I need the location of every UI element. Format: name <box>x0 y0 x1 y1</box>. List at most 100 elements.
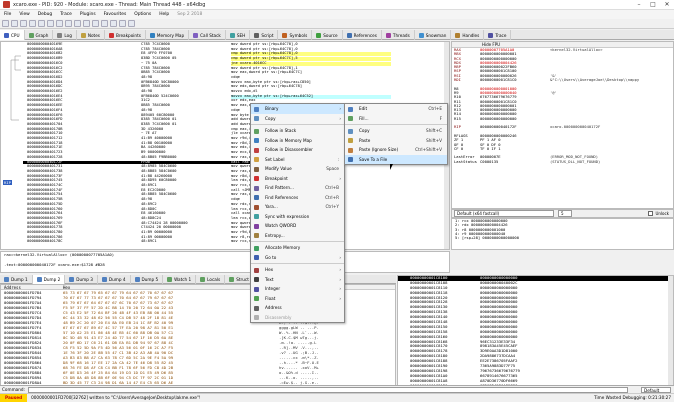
tab-handles[interactable]: Handles <box>451 30 485 40</box>
tab-dump-3[interactable]: Dump 3 <box>65 275 98 284</box>
menu-item-shortcut: Ctrl+E <box>428 106 442 111</box>
ambient-icon[interactable] <box>128 20 135 27</box>
menu-item-binary[interactable]: Binary › <box>251 104 344 114</box>
menu-item-follow-in-stack[interactable]: Follow in Stack <box>251 126 344 136</box>
settings-icon[interactable] <box>119 20 126 27</box>
animate-icon[interactable] <box>83 20 90 27</box>
tab-breakpoints[interactable]: Breakpoints <box>105 30 146 40</box>
menu-options[interactable]: Options <box>130 12 155 17</box>
tab-references[interactable]: References <box>343 30 382 40</box>
arg-count-select[interactable]: 5 <box>558 210 572 217</box>
yara-icon <box>254 204 259 210</box>
menu-item-address[interactable]: Address <box>251 303 344 313</box>
menu-item-label: Binary <box>265 106 279 111</box>
restart-icon[interactable] <box>11 20 18 27</box>
register-name: LastStatus <box>454 158 477 164</box>
tab-script[interactable]: Script <box>250 30 279 40</box>
close-icon[interactable] <box>20 20 27 27</box>
unlock-checkbox-box[interactable] <box>648 211 654 216</box>
menu-item-yara[interactable]: Yara... Ctrl+Y <box>251 202 344 212</box>
tab-log[interactable]: Log <box>53 30 77 40</box>
dump-tab-label: Struct <box>236 277 249 282</box>
menu-item-modify-value[interactable]: Modify Value Space <box>251 164 344 174</box>
open-icon[interactable] <box>2 20 9 27</box>
menu-item-hex[interactable]: Hex › <box>251 265 344 275</box>
menu-item-follow-in-disassembler[interactable]: Follow in Disassembler <box>251 145 344 155</box>
step-over-icon[interactable] <box>56 20 63 27</box>
run-icon[interactable] <box>29 20 36 27</box>
menu-debug[interactable]: Debug <box>34 12 56 17</box>
tab-dump-1[interactable]: Dump 1 <box>0 275 33 284</box>
menu-item-set-label[interactable]: Set Label: <box>251 155 344 165</box>
pause-icon[interactable] <box>38 20 45 27</box>
menu-view[interactable]: View <box>15 12 33 17</box>
menu-item-copy[interactable]: Copy › <box>251 114 344 124</box>
menu-item-edit[interactable]: Edit Ctrl+E <box>345 104 447 114</box>
disassembly-row[interactable]: 000000000040178C 48:89C1 mov rcx,rax <box>23 239 449 244</box>
minimize-button[interactable]: – <box>632 0 646 10</box>
tab-call-stack[interactable]: Call Stack <box>189 30 226 40</box>
menu-item-copy[interactable]: Copy Shift+C <box>345 126 447 136</box>
register-row[interactable]: LastStatus C0000135 (STATUS_DLL_NOT_FOUND) <box>452 158 673 164</box>
menu-favourites[interactable]: Favourites <box>100 12 131 17</box>
menu-item-allocate-memory[interactable]: Allocate Memory <box>251 243 344 253</box>
menu-plugins[interactable]: Plugins <box>76 12 100 17</box>
menu-item-label: Edit <box>359 106 368 111</box>
menu-item-save-to-a-file[interactable]: Save To a File <box>345 154 447 164</box>
paste-ignore-icon <box>348 147 353 153</box>
menu-item-breakpoint[interactable]: Breakpoint › <box>251 174 344 184</box>
stack-scrollbar[interactable] <box>668 276 673 394</box>
tab-watch-1[interactable]: Watch 1 <box>163 275 197 284</box>
tab-symbols[interactable]: Symbols <box>278 30 313 40</box>
menu-item-text[interactable]: Text › <box>251 275 344 285</box>
script-icon[interactable] <box>110 20 117 27</box>
menu-item-sync-with-expression[interactable]: Sync with expression <box>251 212 344 222</box>
run-to-user-icon[interactable] <box>74 20 81 27</box>
calc-icon[interactable] <box>92 20 99 27</box>
step-into-icon[interactable] <box>47 20 54 27</box>
submenu-arrow-icon: › <box>339 175 341 181</box>
patch-icon[interactable] <box>101 20 108 27</box>
call-convention-select[interactable]: Default (x64 fastcall) <box>454 210 554 217</box>
command-mode-select[interactable]: Default <box>641 386 671 393</box>
menu-item-label: Find References <box>265 194 299 200</box>
tab-locals[interactable]: Locals <box>196 275 226 284</box>
tab-graph[interactable]: Graph <box>25 30 54 40</box>
menu-item-go-to[interactable]: Go to › <box>251 253 344 263</box>
menu-item-find-pattern[interactable]: Find Pattern... Ctrl+B <box>251 183 344 193</box>
tab-memory-map[interactable]: Memory Map <box>146 30 190 40</box>
argument-row[interactable]: 5: [rsp+28] 0000000000000000 <box>452 235 673 240</box>
menu-item-shortcut: F <box>439 115 442 121</box>
stack-view[interactable]: 00000000001C8100 0000000000000000 00000000… <box>397 275 674 395</box>
trace-icon[interactable] <box>65 20 72 27</box>
menu-file[interactable]: File <box>0 12 15 17</box>
menu-item-paste[interactable]: Paste Shift+V <box>345 136 447 146</box>
tab-dump-4[interactable]: Dump 4 <box>98 275 131 284</box>
menu-item-follow-in-memory-map[interactable]: Follow in Memory Map <box>251 136 344 146</box>
tab-threads[interactable]: Threads <box>382 30 415 40</box>
menu-item-entropy[interactable]: Entropy... <box>251 231 344 241</box>
menu-item-find-references[interactable]: Find References Ctrl+R <box>251 193 344 203</box>
command-input[interactable] <box>27 386 628 393</box>
tab-snowman[interactable]: Snowman <box>415 30 452 40</box>
menu-item-fill[interactable]: Fill... F <box>345 114 447 124</box>
unlock-checkbox[interactable]: Unlock <box>648 211 669 216</box>
menu-item-paste-ignore-size[interactable]: Paste (Ignore Size) Ctrl+Shift+V <box>345 145 447 155</box>
close-button[interactable]: ✕ <box>660 0 674 10</box>
maximize-button[interactable]: □ <box>646 0 660 10</box>
menu-item-watch-qword[interactable]: Watch QWORD <box>251 221 344 231</box>
register-name: RIP <box>454 124 461 130</box>
status-message: 0000000001FD700[32762] written to "C:\Us… <box>31 395 201 400</box>
tab-trace[interactable]: Trace <box>484 30 512 40</box>
tab-dump-5[interactable]: Dump 5 <box>131 275 164 284</box>
menu-help[interactable]: Help <box>155 12 173 17</box>
menu-item-float[interactable]: Float › <box>251 294 344 304</box>
menu-item-integer[interactable]: Integer › <box>251 284 344 294</box>
tab-cpu[interactable]: CPU <box>0 30 25 40</box>
tab-seh[interactable]: SEH <box>226 30 251 40</box>
tab-source[interactable]: Source <box>312 30 343 40</box>
menu-trace[interactable]: Trace <box>56 12 76 17</box>
tab-dump-2[interactable]: Dump 2 <box>32 275 66 284</box>
tab-notes[interactable]: Notes <box>77 30 105 40</box>
modify-icon <box>254 166 259 172</box>
